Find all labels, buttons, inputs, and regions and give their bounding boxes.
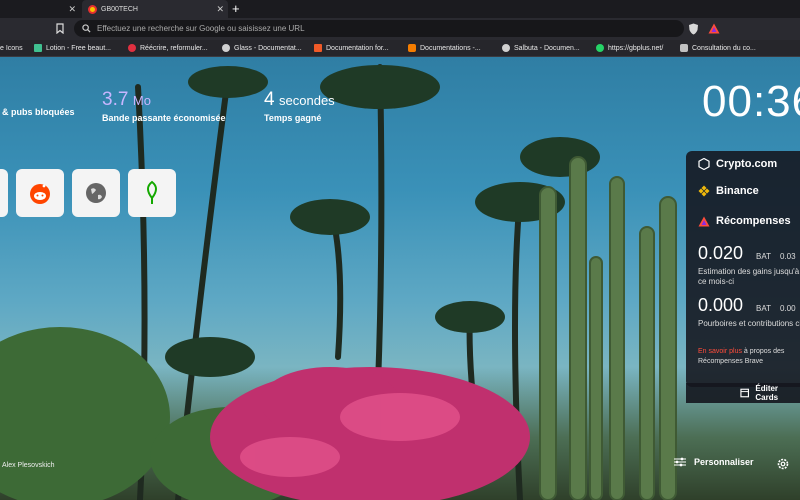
rewards-label: Récompenses — [716, 215, 791, 227]
bookmark-label: https://gbplus.net/ — [608, 44, 664, 52]
top-site-globe[interactable] — [72, 169, 120, 217]
shield-icon — [680, 44, 688, 52]
bookmark-item[interactable]: https://gbplus.net/ — [596, 42, 663, 54]
upwork-icon — [147, 180, 157, 204]
background-photo — [0, 64, 677, 500]
bookmark-item[interactable]: e Icons — [0, 42, 23, 54]
bookmark-item[interactable]: Réécrire, reformuler... — [128, 42, 208, 54]
toolbar: Effectuez une recherche sur Google ou sa… — [0, 18, 800, 40]
rewards-card-header[interactable]: Récompenses — [698, 215, 791, 227]
stat-label: Temps gagné — [264, 113, 322, 123]
stat-unit: Mo — [132, 93, 151, 108]
stat-value: 3.7 — [102, 89, 129, 110]
learn-more-text: En savoir plus à propos des Récompenses … — [698, 347, 800, 367]
binance-icon — [698, 185, 710, 197]
stat-label: & pubs bloquées — [2, 107, 75, 117]
bookmark-label: Glass - Documentat... — [234, 44, 302, 52]
gear-icon[interactable] — [776, 457, 790, 471]
edit-cards-icon — [740, 388, 749, 398]
bookmark-item[interactable]: Salbuta - Documen... — [502, 42, 580, 54]
brave-rewards-icon — [698, 216, 710, 226]
edit-cards-button[interactable]: Éditer Cards — [686, 383, 800, 403]
estimate-value: 0.020 — [698, 243, 744, 263]
reddit-icon — [30, 184, 50, 204]
bookmark-label: Documentation for... — [326, 44, 389, 52]
bookmark-label: Consultation du co... — [692, 44, 756, 52]
estimate-usd: 0.03 — [780, 252, 796, 261]
crypto-com-label: Crypto.com — [716, 158, 778, 170]
address-placeholder: Effectuez une recherche sur Google ou sa… — [97, 24, 305, 33]
tab-previous[interactable]: ✕ — [0, 0, 80, 18]
top-site-reddit[interactable] — [16, 169, 64, 217]
stat-blocked: & pubs bloquées — [2, 105, 75, 117]
edit-cards-label: Éditer Cards — [755, 384, 779, 402]
stat-unit: secondes — [279, 93, 335, 108]
brave-rewards-icon[interactable] — [708, 23, 720, 34]
bookmark-item[interactable]: Documentations -... — [408, 42, 481, 54]
globe-icon — [502, 44, 510, 52]
bookmark-label: Réécrire, reformuler... — [140, 44, 208, 52]
top-site-upwork[interactable] — [128, 169, 176, 217]
globe-icon — [86, 183, 106, 203]
bookmark-label: Lotion - Free beaut... — [46, 44, 111, 52]
sliders-icon — [674, 457, 686, 467]
close-icon[interactable]: ✕ — [216, 4, 224, 15]
bookmark-item[interactable]: Consultation du co... — [680, 42, 756, 54]
blogger-icon — [408, 44, 416, 52]
address-bar[interactable]: Effectuez une recherche sur Google ou sa… — [74, 20, 684, 37]
bookmark-icon[interactable] — [56, 23, 64, 34]
new-tab-icon[interactable]: + — [232, 1, 240, 16]
tips-usd: 0.00 — [780, 304, 796, 313]
bookmark-label: Salbuta - Documen... — [514, 44, 580, 52]
learn-more-link[interactable]: En savoir plus — [698, 348, 742, 355]
clock: 00:36 — [702, 77, 800, 126]
stat-bandwidth: 3.7 Mo Bande passante économisée — [102, 89, 226, 123]
tips-value: 0.000 — [698, 295, 744, 315]
bookmark-label: Documentations -... — [420, 44, 481, 52]
stat-value: 4 — [264, 89, 275, 110]
bookmark-label: e Icons — [0, 44, 23, 52]
search-icon — [82, 24, 91, 33]
bookmark-item[interactable]: Lotion - Free beaut... — [34, 42, 111, 54]
globe-icon — [222, 44, 230, 52]
whatsapp-icon — [596, 44, 604, 52]
photo-credit[interactable]: Alex Plesovskich — [2, 462, 55, 469]
reecrire-icon — [128, 44, 136, 52]
stat-label: Bande passante économisée — [102, 113, 226, 123]
tips-label: Pourboires et contributions ci — [698, 319, 800, 328]
stat-time: 4 secondes Temps gagné — [264, 89, 335, 123]
binance-card-header[interactable]: Binance — [698, 185, 759, 197]
close-icon[interactable]: ✕ — [68, 4, 76, 15]
top-site-tile[interactable] — [0, 169, 8, 217]
customize-label: Personnaliser — [694, 457, 754, 467]
tab-label: GB00TECH — [101, 5, 138, 13]
lotion-icon — [34, 44, 42, 52]
bookmarks-bar: e Icons Lotion - Free beaut... Réécrire,… — [0, 40, 800, 57]
customize-button[interactable]: Personnaliser — [674, 457, 754, 467]
crypto-com-card-header[interactable]: Crypto.com — [698, 158, 777, 170]
gb00tech-favicon-icon — [88, 4, 97, 14]
brave-shields-icon[interactable] — [688, 23, 699, 35]
bookmark-item[interactable]: Glass - Documentat... — [222, 42, 302, 54]
doc-icon — [314, 44, 322, 52]
estimate-label: Estimation des gains jusqu'à ce mois-ci — [698, 267, 800, 286]
crypto-com-icon — [698, 158, 710, 170]
binance-label: Binance — [716, 185, 759, 197]
tips-currency: BAT — [756, 304, 771, 313]
tab-strip: ✕ GB00TECH ✕ + — [0, 0, 800, 18]
estimate-currency: BAT — [756, 252, 771, 261]
new-tab-page: & pubs bloquées 3.7 Mo Bande passante éc… — [0, 57, 800, 500]
tab-gb00tech[interactable]: GB00TECH ✕ — [82, 0, 228, 18]
brave-cards-widget: Crypto.com Binance Récompenses 0.020 BAT… — [686, 151, 800, 387]
bookmark-item[interactable]: Documentation for... — [314, 42, 389, 54]
